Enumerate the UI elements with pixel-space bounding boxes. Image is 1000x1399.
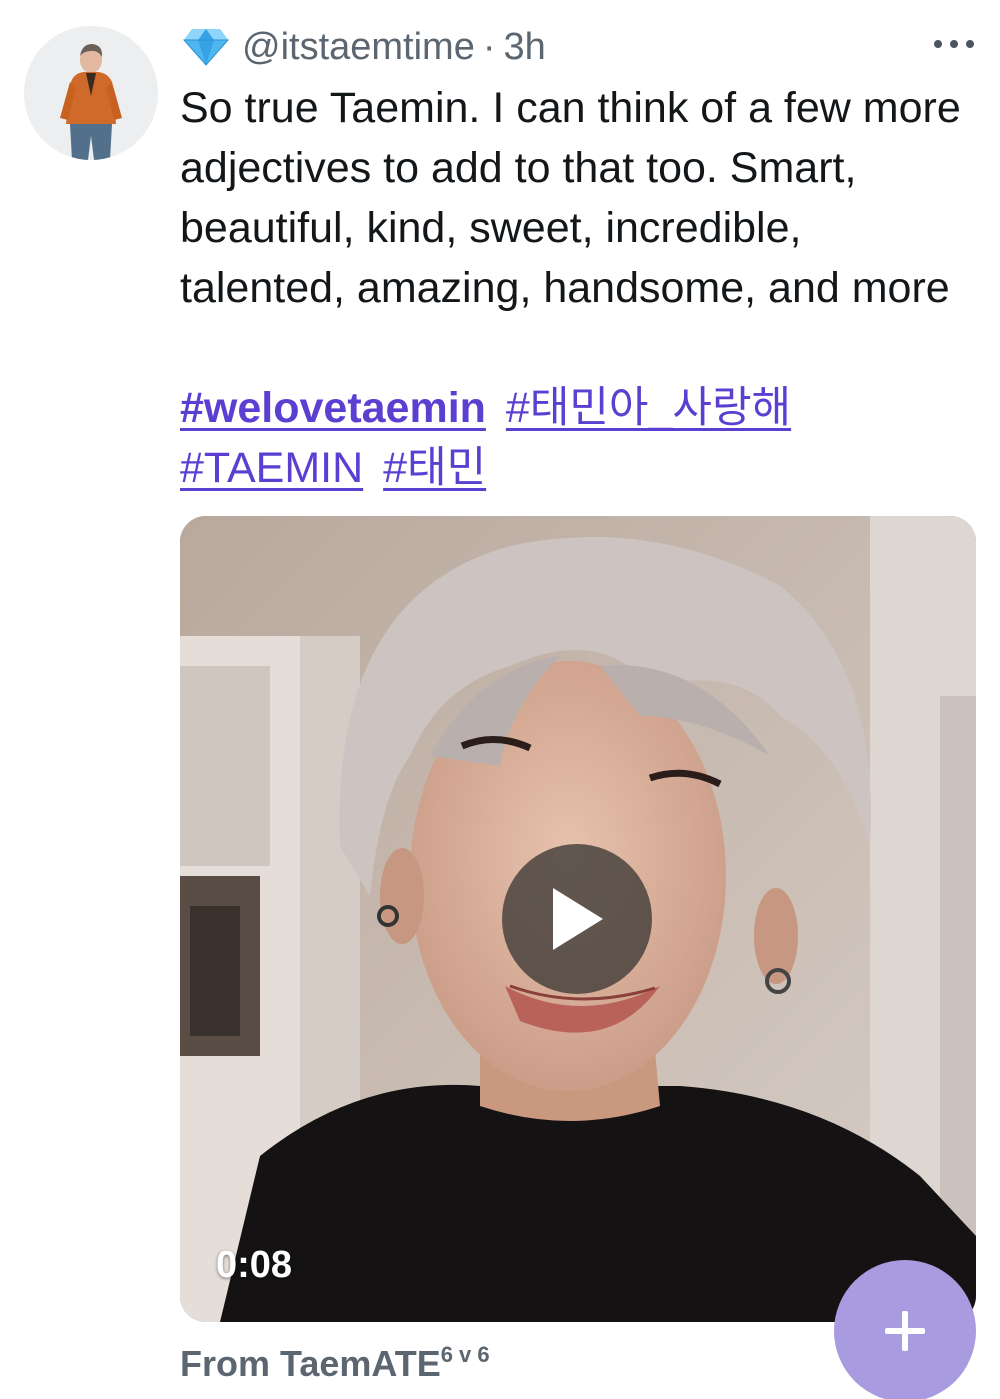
tweet-text: So true Taemin. I can think of a few mor… (180, 84, 961, 312)
hashtag-list: #welovetaemin #태민아_사랑해 #TAEMIN #태민 (180, 378, 970, 498)
tweet-header: @itstaemtime · 3h (182, 22, 546, 72)
hashtag-taemina-saranghae[interactable]: #태민아_사랑해 (506, 384, 791, 432)
avatar[interactable] (24, 26, 158, 160)
plus-icon (885, 1311, 925, 1351)
source-superscript: 6 v 6 (440, 1342, 490, 1367)
hashtag-taemin-en[interactable]: #TAEMIN (180, 444, 363, 492)
source-name: From TaemATE (180, 1343, 441, 1384)
video-player[interactable]: 0:08 (180, 516, 976, 1322)
timestamp[interactable]: 3h (504, 26, 546, 69)
tweet: @itstaemtime · 3h So true Taemin. I can … (0, 0, 1000, 1399)
diamond-icon (182, 27, 230, 67)
hashtag-welovetaemin[interactable]: #welovetaemin (180, 384, 486, 432)
play-button[interactable] (502, 844, 652, 994)
video-duration: 0:08 (216, 1244, 293, 1286)
more-dots-icon[interactable] (934, 30, 974, 58)
compose-fab-button[interactable] (834, 1260, 976, 1399)
source-label[interactable]: From TaemATE6 v 6 (180, 1342, 490, 1385)
play-icon (553, 888, 603, 950)
user-handle[interactable]: @itstaemtime (242, 26, 475, 69)
separator-dot: · (482, 25, 496, 68)
hashtag-taemin-kr[interactable]: #태민 (383, 444, 486, 492)
